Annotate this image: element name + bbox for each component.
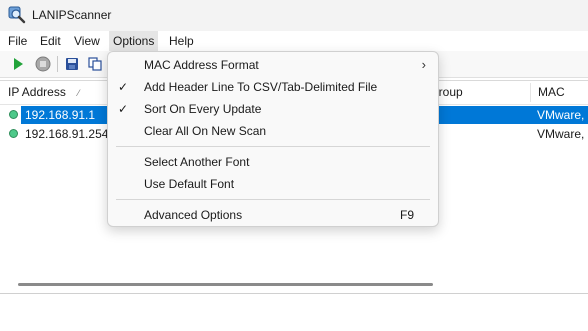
copy-icon: [88, 57, 102, 71]
menu-item-mac-address-format[interactable]: MAC Address Format ›: [108, 54, 438, 76]
save-button[interactable]: [62, 54, 82, 74]
toolbar-separator: [57, 56, 58, 72]
menu-options[interactable]: Options: [109, 31, 159, 51]
menu-file[interactable]: File: [4, 31, 31, 51]
horizontal-scrollbar[interactable]: [0, 277, 588, 293]
chevron-right-icon: ›: [421, 57, 426, 72]
shortcut-f9: F9: [399, 208, 414, 222]
host-status-icon: [9, 110, 18, 119]
menu-edit[interactable]: Edit: [36, 31, 65, 51]
checkmark-icon: ✓: [118, 80, 129, 94]
scrollbar-thumb[interactable]: [18, 283, 433, 286]
menu-bar: File Edit View Options Help: [0, 31, 588, 51]
menu-item-select-another-font[interactable]: Select Another Font: [108, 151, 438, 173]
ip-address-cell: 192.168.91.1: [25, 108, 96, 122]
mac-address-cell: VMware,: [537, 127, 585, 141]
save-icon: [66, 58, 78, 70]
play-icon: [14, 58, 23, 70]
ip-address-cell: 192.168.91.254: [25, 127, 109, 141]
menu-item-advanced-options[interactable]: Advanced Options F9: [108, 204, 438, 226]
menu-item-use-default-font[interactable]: Use Default Font: [108, 173, 438, 195]
copy-button[interactable]: [85, 54, 105, 74]
status-area: [0, 294, 588, 331]
title-bar: LANIPScanner: [0, 0, 588, 31]
column-header-mac-address[interactable]: MAC Add: [530, 81, 588, 122]
window-title: LANIPScanner: [32, 8, 112, 22]
sort-ascending-icon: ⁄: [77, 88, 80, 98]
menu-item-clear-all-on-new-scan[interactable]: Clear All On New Scan: [108, 120, 438, 142]
menu-view[interactable]: View: [70, 31, 104, 51]
mac-address-cell: VMware,: [537, 108, 585, 122]
menu-help[interactable]: Help: [165, 31, 198, 51]
menu-separator: [116, 199, 430, 200]
menu-separator: [116, 146, 430, 147]
stop-button[interactable]: [33, 54, 53, 74]
play-button[interactable]: [8, 54, 28, 74]
options-dropdown-menu: MAC Address Format › ✓ Add Header Line T…: [107, 51, 439, 227]
menu-item-add-header-line[interactable]: ✓ Add Header Line To CSV/Tab-Delimited F…: [108, 76, 438, 98]
stop-icon: [35, 56, 51, 72]
host-status-icon: [9, 129, 18, 138]
menu-item-sort-on-every-update[interactable]: ✓ Sort On Every Update: [108, 98, 438, 120]
magnifier-app-icon: [8, 6, 26, 24]
checkmark-icon: ✓: [118, 102, 129, 116]
